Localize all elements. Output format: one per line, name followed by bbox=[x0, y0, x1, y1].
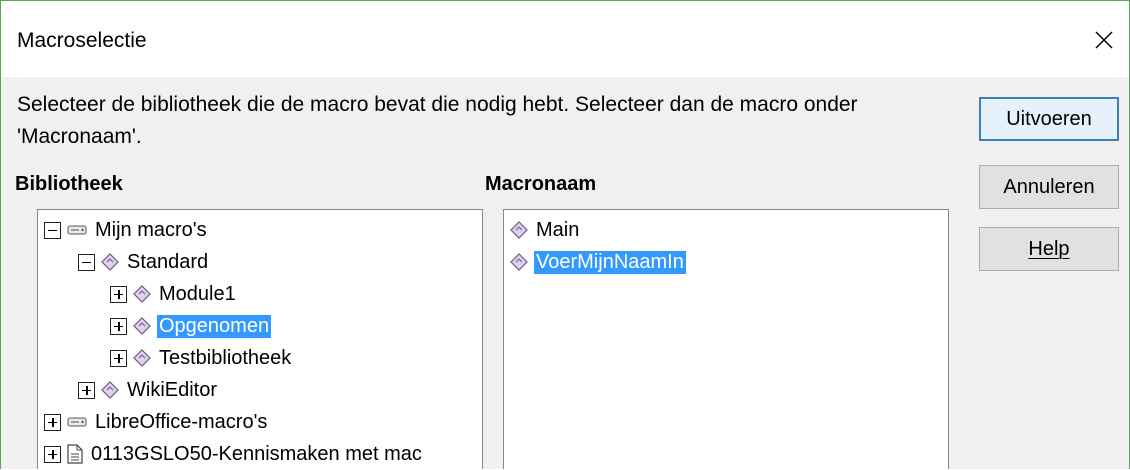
tree-item-document[interactable]: 0113GSLO50-Kennismaken met mac bbox=[44, 438, 424, 469]
tree-item-wikieditor[interactable]: WikiEditor bbox=[78, 374, 219, 406]
expand-icon[interactable] bbox=[110, 285, 127, 303]
run-button[interactable]: Uitvoeren bbox=[979, 97, 1119, 141]
close-icon bbox=[1095, 31, 1113, 49]
instruction-text: Selecteer de bibliotheek die de macro be… bbox=[17, 93, 858, 148]
drive-icon bbox=[67, 415, 87, 429]
tree-item-mijn-macros[interactable]: Mijn macro's bbox=[44, 214, 209, 246]
module-icon bbox=[133, 317, 151, 335]
document-icon bbox=[67, 444, 83, 464]
library-label: Bibliotheek bbox=[15, 173, 123, 195]
collapse-icon[interactable] bbox=[78, 253, 95, 271]
tree-item-label-selected: Opgenomen bbox=[157, 314, 272, 338]
tree-item-standard[interactable]: Standard bbox=[78, 246, 210, 278]
tree-item-label: LibreOffice-macro's bbox=[95, 410, 268, 433]
module-icon bbox=[133, 285, 151, 303]
help-button-label: Help bbox=[1028, 237, 1070, 260]
macro-list[interactable]: Main VoerMijnNaamIn bbox=[503, 209, 949, 469]
drive-icon bbox=[67, 223, 87, 237]
expand-icon[interactable] bbox=[78, 381, 95, 399]
title-bar: Macroselectie bbox=[1, 1, 1129, 77]
expand-icon[interactable] bbox=[44, 445, 61, 463]
module-icon bbox=[133, 349, 151, 367]
expand-icon[interactable] bbox=[110, 349, 127, 367]
help-button[interactable]: Help bbox=[979, 227, 1119, 271]
tree-item-label: Module1 bbox=[159, 282, 236, 305]
macro-item-main[interactable]: Main bbox=[510, 214, 581, 246]
library-tree[interactable]: Mijn macro's Standard Module1 Opgenomen bbox=[37, 209, 483, 469]
cancel-button[interactable]: Annuleren bbox=[979, 165, 1119, 209]
macro-icon bbox=[510, 253, 528, 271]
tree-item-label: Testbibliotheek bbox=[159, 346, 292, 369]
tree-item-opgenomen[interactable]: Opgenomen bbox=[110, 310, 272, 342]
tree-item-label: Mijn macro's bbox=[95, 218, 207, 241]
dialog-title: Macroselectie bbox=[17, 29, 147, 52]
macro-name-label: Macronaam bbox=[485, 173, 597, 195]
tree-item-testbibliotheek[interactable]: Testbibliotheek bbox=[110, 342, 293, 374]
collapse-icon[interactable] bbox=[44, 221, 61, 239]
library-icon bbox=[101, 381, 119, 399]
tree-item-label: Standard bbox=[127, 250, 209, 273]
macro-item-label-selected: VoerMijnNaamIn bbox=[534, 250, 686, 274]
macro-item-voermijnnaamin[interactable]: VoerMijnNaamIn bbox=[510, 246, 686, 278]
library-icon bbox=[101, 253, 119, 271]
tree-item-label: 0113GSLO50-Kennismaken met mac bbox=[91, 442, 422, 465]
close-button[interactable] bbox=[1087, 23, 1121, 57]
expand-icon[interactable] bbox=[110, 317, 127, 335]
macro-item-label: Main bbox=[536, 218, 580, 241]
tree-item-libreoffice-macros[interactable]: LibreOffice-macro's bbox=[44, 406, 269, 438]
macro-icon bbox=[510, 221, 528, 239]
tree-item-label: WikiEditor bbox=[127, 378, 218, 401]
expand-icon[interactable] bbox=[44, 413, 61, 431]
macro-selector-dialog: Macroselectie Selecteer de bibliotheek d… bbox=[0, 0, 1130, 469]
tree-item-module1[interactable]: Module1 bbox=[110, 278, 238, 310]
